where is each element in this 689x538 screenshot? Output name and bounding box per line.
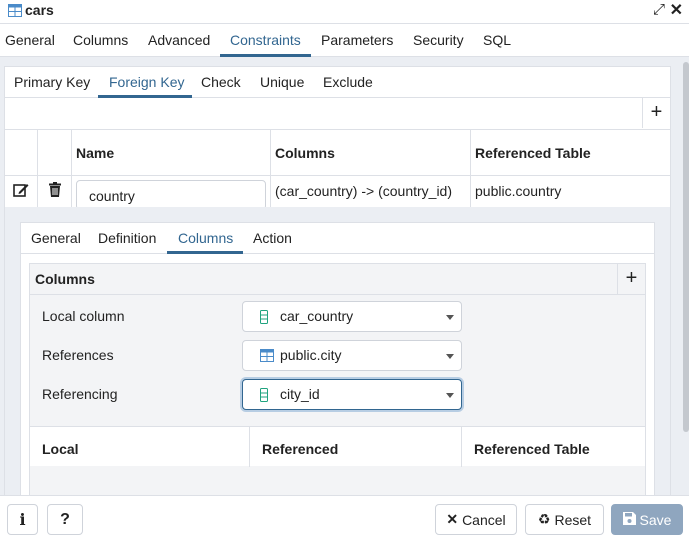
references-label: References xyxy=(42,347,114,363)
chevron-down-icon xyxy=(446,393,454,398)
add-foreign-key-button[interactable]: + xyxy=(642,98,670,128)
fk-detail-panel: General Definition Columns Action Column… xyxy=(5,207,670,495)
tab-security[interactable]: Security xyxy=(413,32,464,48)
tab-detail-general[interactable]: General xyxy=(31,230,81,246)
tab-primary-key[interactable]: Primary Key xyxy=(14,74,90,90)
table-icon xyxy=(8,4,22,20)
close-icon: ✕ xyxy=(446,511,459,527)
main-tabs: General Columns Advanced Constraints Par… xyxy=(0,24,689,57)
tab-advanced[interactable]: Advanced xyxy=(148,32,210,48)
references-row: References public.city xyxy=(30,336,645,375)
referencing-select[interactable]: city_id xyxy=(242,379,462,410)
tab-foreign-key[interactable]: Foreign Key xyxy=(109,74,184,90)
referencing-row: Referencing city_id xyxy=(30,375,645,414)
references-value: public.city xyxy=(280,347,342,363)
header-local[interactable]: Local xyxy=(30,427,250,467)
referencing-value: city_id xyxy=(280,386,320,402)
tab-detail-action[interactable]: Action xyxy=(253,230,292,246)
columns-section: Columns + Local column car_country Refer… xyxy=(29,263,646,495)
columns-section-header: Columns + xyxy=(30,264,645,295)
fk-name-input[interactable]: country xyxy=(76,180,266,210)
tab-parameters[interactable]: Parameters xyxy=(321,32,393,48)
references-select[interactable]: public.city xyxy=(242,340,462,371)
local-column-value: car_country xyxy=(280,308,354,324)
table-icon xyxy=(260,349,274,365)
info-icon: i xyxy=(19,510,26,529)
dialog-footer: i ? ✕ Cancel ♻ Reset Save xyxy=(0,495,689,538)
header-columns[interactable]: Columns xyxy=(271,130,471,175)
columns-section-title: Columns xyxy=(35,271,95,287)
local-column-label: Local column xyxy=(42,308,125,324)
reset-label: Reset xyxy=(554,511,592,528)
constraints-panel: Primary Key Foreign Key Check Unique Exc… xyxy=(4,66,671,495)
cancel-label: Cancel xyxy=(462,511,506,528)
tab-columns[interactable]: Columns xyxy=(73,32,128,48)
recycle-icon: ♻ xyxy=(537,511,551,527)
cancel-button[interactable]: ✕ Cancel xyxy=(435,504,517,535)
save-label: Save xyxy=(639,511,672,528)
close-icon[interactable]: ✕ xyxy=(670,0,683,20)
header-name[interactable]: Name xyxy=(72,130,271,175)
fk-detail-card: General Definition Columns Action Column… xyxy=(20,222,655,495)
dialog-titlebar: cars ⤢ ✕ xyxy=(0,0,689,24)
local-column-select[interactable]: car_country xyxy=(242,301,462,332)
help-button[interactable]: ? xyxy=(47,504,83,535)
grid-header-row: Name Columns Referenced Table xyxy=(5,130,670,176)
dialog-content: Primary Key Foreign Key Check Unique Exc… xyxy=(0,57,680,495)
tab-exclude[interactable]: Exclude xyxy=(323,74,373,90)
tab-constraints[interactable]: Constraints xyxy=(230,32,301,48)
tab-detail-columns[interactable]: Columns xyxy=(178,230,233,246)
maximize-icon[interactable]: ⤢ xyxy=(653,1,665,18)
fk-toolbar: + xyxy=(5,98,670,130)
active-detail-tab-indicator xyxy=(167,251,243,254)
fk-detail-tabs: General Definition Columns Action xyxy=(21,223,654,254)
column-icon xyxy=(260,388,268,405)
tab-general[interactable]: General xyxy=(5,32,55,48)
header-referenced-table[interactable]: Referenced Table xyxy=(462,427,645,467)
constraint-tabs: Primary Key Foreign Key Check Unique Exc… xyxy=(5,67,670,98)
fk-columns-grid-header: Local Referenced Referenced Table xyxy=(30,426,645,467)
tab-detail-definition[interactable]: Definition xyxy=(98,230,156,246)
column-icon xyxy=(260,310,268,327)
save-icon xyxy=(622,511,636,528)
referencing-label: Referencing xyxy=(42,386,118,402)
header-referenced[interactable]: Referenced xyxy=(250,427,462,467)
local-column-row: Local column car_country xyxy=(30,297,645,336)
chevron-down-icon xyxy=(446,354,454,359)
tab-unique[interactable]: Unique xyxy=(260,74,304,90)
reset-button[interactable]: ♻ Reset xyxy=(525,504,604,535)
info-button[interactable]: i xyxy=(7,504,38,535)
chevron-down-icon xyxy=(446,315,454,320)
tab-sql[interactable]: SQL xyxy=(483,32,511,48)
help-icon: ? xyxy=(60,510,70,528)
dialog-title: cars xyxy=(25,2,54,18)
scrollbar-thumb[interactable] xyxy=(683,62,689,432)
add-column-button[interactable]: + xyxy=(617,264,645,295)
save-button[interactable]: Save xyxy=(611,504,683,535)
header-referenced-table[interactable]: Referenced Table xyxy=(471,130,670,175)
tab-check[interactable]: Check xyxy=(201,74,241,90)
